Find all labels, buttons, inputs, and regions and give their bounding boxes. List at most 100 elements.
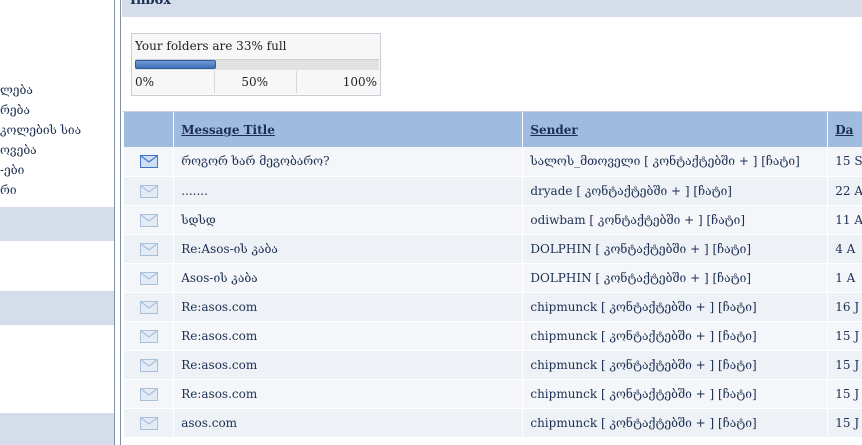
sender-link[interactable]: chipmunck — [530, 300, 597, 314]
page-title: Inbox — [130, 0, 172, 8]
add-to-contacts-link[interactable]: [ კონტაქტებში + ] — [595, 242, 708, 256]
sender-link[interactable]: dryade — [530, 184, 572, 198]
message-title-link[interactable]: Re:asos.com — [181, 358, 257, 372]
message-title-link[interactable]: Re:asos.com — [181, 329, 257, 343]
message-title-link[interactable]: როგორ ხარ მეგობარო? — [181, 154, 329, 168]
sidebar-link[interactable]: რება — [0, 100, 114, 120]
left-sidebar: ლება რება კოლების სია ოვება -ები რი — [0, 0, 114, 445]
message-title-cell[interactable]: Re:asos.com — [173, 292, 524, 322]
add-to-contacts-link[interactable]: [ კონტაქტებში + ] — [589, 213, 702, 227]
add-to-contacts-link[interactable]: [ კონტაქტებში + ] — [601, 358, 714, 372]
message-title-cell[interactable]: Re:asos.com — [173, 350, 524, 380]
sidebar-link[interactable]: -ები — [0, 160, 114, 180]
quota-progress-bar — [135, 59, 379, 70]
message-title-cell[interactable]: Re:asos.com — [173, 321, 524, 351]
add-to-contacts-link[interactable]: [ კონტაქტებში + ] — [595, 271, 708, 285]
sidebar-section-band — [0, 207, 114, 241]
unread-envelope-icon — [139, 155, 158, 169]
sort-by-sender-link[interactable]: Sender — [530, 123, 577, 137]
sender-link[interactable]: chipmunck — [530, 358, 597, 372]
add-to-contacts-link[interactable]: [ კონტაქტებში + ] — [601, 416, 714, 430]
message-date-cell: 16 J — [827, 292, 862, 322]
table-row[interactable]: Asos-ის კაბა DOLPHIN [ კონტაქტებში + ] [ჩ… — [124, 263, 862, 293]
message-date-cell: 15 S — [827, 147, 862, 177]
chat-link[interactable]: [ჩატი] — [718, 416, 757, 430]
message-date: 15 J — [835, 415, 860, 430]
table-row[interactable]: ....... dryade [ კონტაქტებში + ] [ჩატი] 22… — [124, 176, 862, 206]
table-row[interactable]: Re:asos.com chipmunck [ კონტაქტებში + ] [… — [124, 292, 862, 322]
main-content: Inbox Your folders are 33% full 0% 50% 1… — [122, 0, 862, 445]
add-to-contacts-link[interactable]: [ კონტაქტებში + ] — [601, 387, 714, 401]
chat-link[interactable]: [ჩატი] — [712, 242, 751, 256]
message-title-cell[interactable]: სდსდ — [173, 205, 524, 235]
table-row[interactable]: სდსდ odiwbam [ კონტაქტებში + ] [ჩატი] 11 A — [124, 205, 862, 235]
sort-by-title-link[interactable]: Message Title — [181, 123, 275, 137]
sender-link[interactable]: chipmunck — [530, 387, 597, 401]
sender-link[interactable]: სალოს_მთოველი — [530, 154, 640, 168]
add-to-contacts-link[interactable]: [ კონტაქტებში + ] — [644, 154, 757, 168]
message-date: 16 J — [835, 299, 860, 314]
message-date: 15 S — [835, 154, 862, 169]
message-sender-cell: სალოს_მთოველი [ კონტაქტებში + ] [ჩატი] — [522, 147, 829, 177]
message-title-link[interactable]: Asos-ის კაბა — [181, 271, 257, 285]
message-status-cell — [124, 263, 175, 293]
read-envelope-icon — [139, 329, 158, 343]
message-status-cell — [124, 205, 175, 235]
message-title-link[interactable]: asos.com — [181, 416, 237, 430]
message-title-link[interactable]: Re:asos.com — [181, 387, 257, 401]
chat-link[interactable]: [ჩატი] — [712, 271, 751, 285]
chat-link[interactable]: [ჩატი] — [718, 387, 757, 401]
column-header-date[interactable]: Da — [827, 112, 862, 147]
message-title-cell[interactable]: Re:asos.com — [173, 379, 524, 409]
message-title-link[interactable]: Re:Asos-ის კაბა — [181, 242, 278, 256]
table-row[interactable]: როგორ ხარ მეგობარო? სალოს_მთოველი [ კონტა… — [124, 147, 862, 177]
sender-link[interactable]: odiwbam — [530, 213, 585, 227]
message-title-cell[interactable]: ....... — [173, 176, 524, 206]
sidebar-link[interactable]: კოლების სია — [0, 120, 114, 140]
sidebar-section-band — [0, 413, 114, 445]
sidebar-link[interactable]: რი — [0, 180, 114, 200]
chat-link[interactable]: [ჩატი] — [706, 213, 745, 227]
chat-link[interactable]: [ჩატი] — [718, 329, 757, 343]
read-envelope-icon — [139, 416, 158, 430]
message-date: 11 A — [835, 212, 862, 227]
add-to-contacts-link[interactable]: [ კონტაქტებში + ] — [601, 329, 714, 343]
table-row[interactable]: Re:asos.com chipmunck [ კონტაქტებში + ] [… — [124, 379, 862, 409]
sort-by-date-link[interactable]: Da — [835, 123, 853, 137]
sender-link[interactable]: chipmunck — [530, 329, 597, 343]
quota-scale-50: 50% — [215, 71, 297, 93]
chat-link[interactable]: [ჩატი] — [718, 358, 757, 372]
chat-link[interactable]: [ჩატი] — [693, 184, 732, 198]
message-title-cell[interactable]: როგორ ხარ მეგობარო? — [173, 147, 524, 177]
sidebar-link[interactable]: ოვება — [0, 140, 114, 160]
read-envelope-icon — [139, 358, 158, 372]
sidebar-link[interactable]: ლება — [0, 80, 114, 100]
column-header-title[interactable]: Message Title — [173, 112, 524, 147]
read-envelope-icon — [139, 300, 158, 314]
message-title-link[interactable]: სდსდ — [181, 213, 216, 227]
sender-link[interactable]: DOLPHIN — [530, 271, 591, 285]
message-title-cell[interactable]: Re:Asos-ის კაბა — [173, 234, 524, 264]
chat-link[interactable]: [ჩატი] — [761, 154, 800, 168]
read-envelope-icon — [139, 387, 158, 401]
add-to-contacts-link[interactable]: [ კონტაქტებში + ] — [576, 184, 689, 198]
table-row[interactable]: asos.com chipmunck [ კონტაქტებში + ] [ჩატ… — [124, 408, 862, 438]
table-row[interactable]: Re:asos.com chipmunck [ კონტაქტებში + ] [… — [124, 350, 862, 380]
chat-link[interactable]: [ჩატი] — [718, 300, 757, 314]
folder-quota-box: Your folders are 33% full 0% 50% 100% — [131, 33, 381, 96]
table-row[interactable]: Re:asos.com chipmunck [ კონტაქტებში + ] [… — [124, 321, 862, 351]
quota-text: Your folders are 33% full — [135, 39, 287, 53]
quota-scale-0: 0% — [135, 71, 215, 93]
message-sender-cell: chipmunck [ კონტაქტებში + ] [ჩატი] — [522, 379, 829, 409]
sender-link[interactable]: chipmunck — [530, 416, 597, 430]
add-to-contacts-link[interactable]: [ კონტაქტებში + ] — [601, 300, 714, 314]
table-row[interactable]: Re:Asos-ის კაბა DOLPHIN [ კონტაქტებში + ]… — [124, 234, 862, 264]
message-title-cell[interactable]: asos.com — [173, 408, 524, 438]
sender-link[interactable]: DOLPHIN — [530, 242, 591, 256]
icon-column-header — [124, 112, 175, 147]
sidebar-link-label: -ები — [0, 163, 25, 177]
message-title-link[interactable]: Re:asos.com — [181, 300, 257, 314]
message-title-cell[interactable]: Asos-ის კაბა — [173, 263, 524, 293]
column-header-sender[interactable]: Sender — [522, 112, 829, 147]
message-title-link[interactable]: ....... — [181, 184, 208, 198]
